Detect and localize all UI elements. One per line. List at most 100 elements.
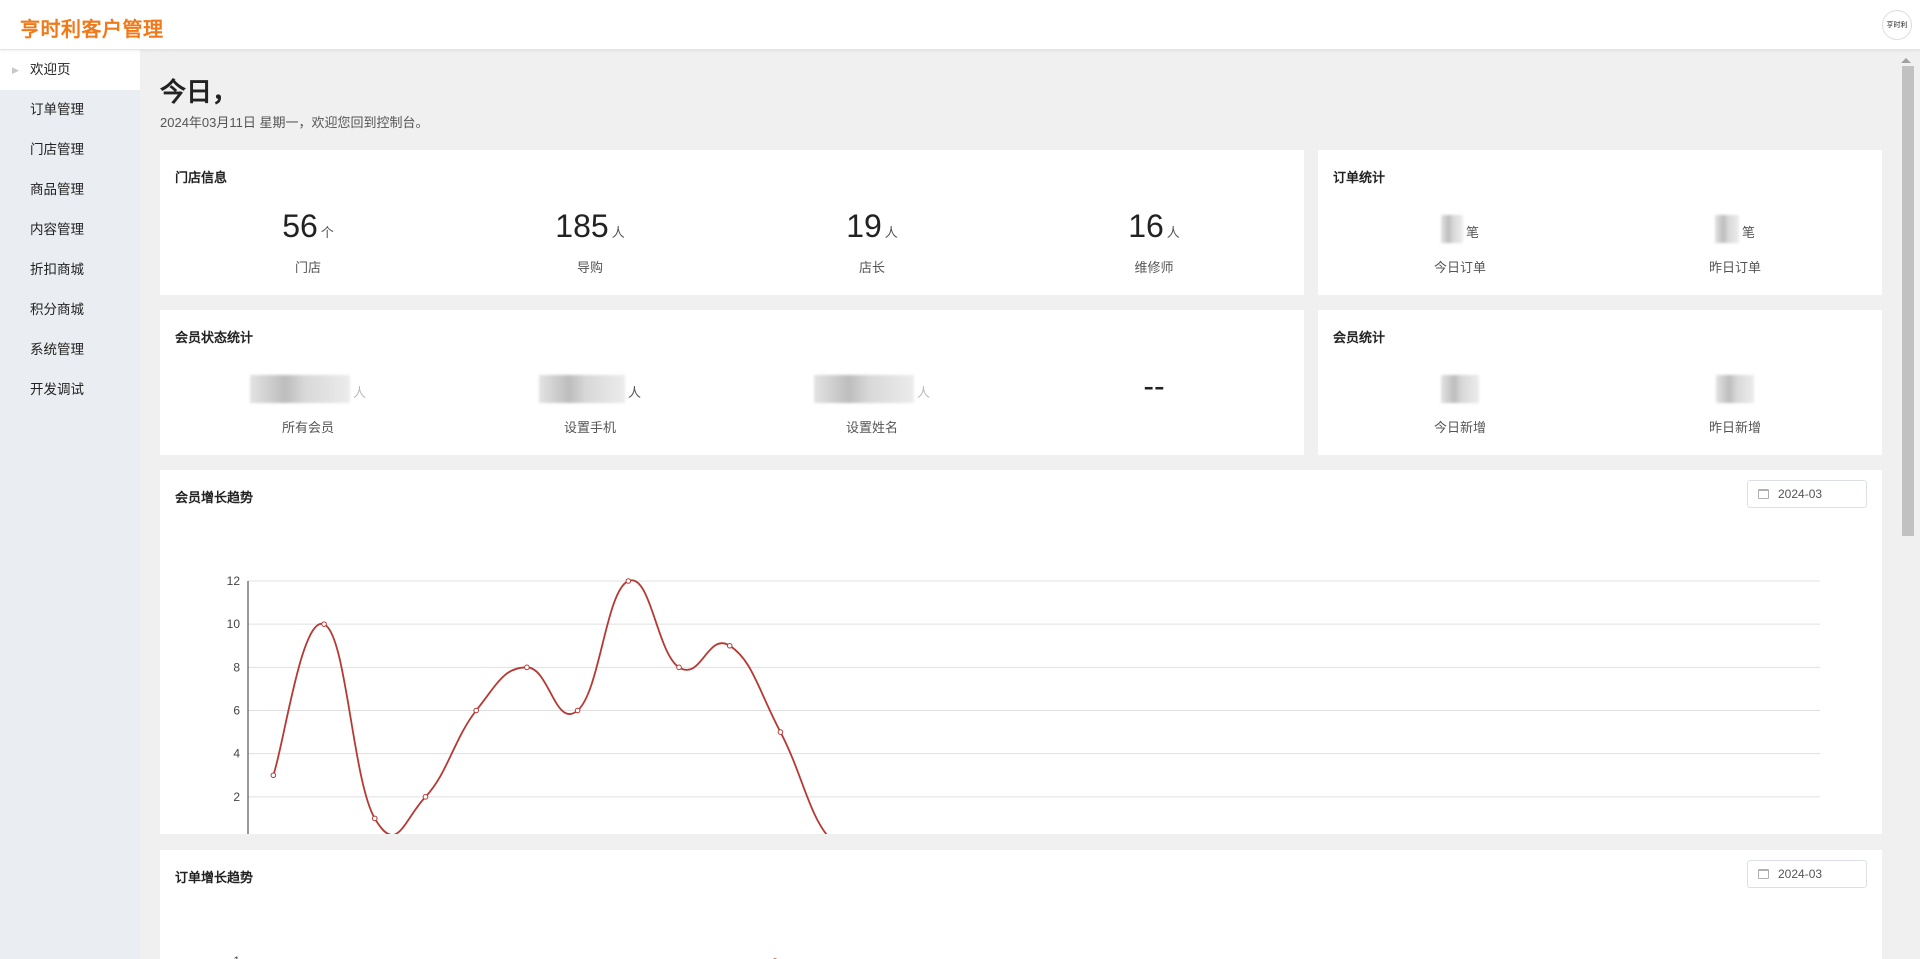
stat-unit: 人 [916, 385, 930, 400]
order-stats-card: 订单统计 笔 今日订单 笔 昨日订单 [1318, 150, 1882, 295]
sidebar-item-label: 内容管理 [30, 222, 84, 237]
masked-value [813, 374, 914, 403]
stat-today-orders: 笔 今日订单 [1360, 205, 1560, 276]
data-point[interactable] [676, 664, 682, 671]
scroll-up-arrow-icon[interactable] [1901, 58, 1911, 63]
masked-value [1714, 214, 1739, 243]
stat-label: 导购 [576, 260, 603, 275]
caret-right-icon: ▶ [12, 65, 19, 75]
sidebar-item-stores[interactable]: 门店管理 [0, 130, 140, 170]
order-trend-card: 订单增长趋势 2024-03 1 [160, 850, 1882, 959]
data-point[interactable] [321, 621, 327, 627]
stat-value: 185 [555, 208, 609, 244]
sidebar-item-label: 折扣商城 [30, 262, 84, 277]
scrollbar-thumb[interactable] [1902, 66, 1914, 536]
sidebar-item-content[interactable]: 内容管理 [0, 210, 140, 250]
card-title: 订单统计 [1333, 170, 1386, 185]
member-trend-chart: 0246810120102030405060708091011121314151… [227, 574, 1820, 834]
sidebar-item-products[interactable]: 商品管理 [0, 170, 140, 210]
sidebar-item-label: 开发调试 [30, 382, 84, 397]
y-tick-label: 8 [233, 660, 240, 674]
data-point[interactable] [270, 772, 277, 779]
stat-name-set: 人 设置姓名 [772, 365, 972, 436]
top-bar: 亨时利客户管理 亨时利 [0, 0, 1920, 50]
stat-value: 16 [1128, 208, 1164, 244]
stat-label: 店长 [858, 260, 885, 275]
sidebar-item-points-mall[interactable]: 积分商城 [0, 290, 140, 330]
data-point[interactable] [422, 794, 429, 800]
data-point[interactable] [777, 729, 784, 735]
masked-value [1441, 374, 1479, 403]
stat-value: -- [1143, 368, 1165, 404]
sidebar-item-label: 系统管理 [30, 342, 84, 357]
stat-shopping-guides: 185 人 导购 [490, 205, 690, 276]
stat-label: 门店 [294, 260, 321, 275]
y-tick-label: 12 [227, 574, 241, 588]
sidebar-item-dev-debug[interactable]: 开发调试 [0, 370, 140, 410]
card-title: 门店信息 [175, 170, 228, 185]
stat-store-managers: 19 人 店长 [772, 205, 972, 276]
data-point[interactable] [574, 707, 581, 714]
page-scrollbar[interactable] [1892, 50, 1920, 959]
stat-label: 今日新增 [1433, 420, 1486, 435]
stat-all-members: 人 所有会员 [208, 365, 408, 436]
member-trend-card: 会员增长趋势 2024-03 0246810120102030405060708… [160, 470, 1882, 834]
data-point[interactable] [371, 815, 378, 822]
stat-unit: 笔 [1465, 225, 1479, 240]
stat-unit: 人 [1166, 225, 1180, 240]
stat-stores: 56 个 门店 [208, 205, 408, 276]
y-tick-label: 4 [233, 747, 240, 761]
masked-value [1440, 214, 1463, 243]
welcome-heading: 今日， [160, 77, 239, 107]
sidebar-item-system[interactable]: 系统管理 [0, 330, 140, 370]
sidebar-item-welcome[interactable]: ▶ 欢迎页 [0, 50, 140, 90]
member-stats-card: 会员统计 今日新增 昨日新增 [1318, 310, 1882, 455]
stat-label: 今日订单 [1433, 260, 1486, 275]
stat-unit: 人 [611, 225, 625, 240]
series-line [272, 579, 828, 834]
sidebar-item-orders[interactable]: 订单管理 [0, 90, 140, 130]
masked-value [249, 374, 350, 403]
stat-repair-technicians: 16 人 维修师 [1054, 205, 1254, 276]
stat-value: 19 [846, 208, 882, 244]
stat-yesterday-new: 昨日新增 [1635, 365, 1835, 436]
stat-placeholder: -- [1054, 365, 1254, 417]
order-trend-chart: 1 [233, 954, 777, 959]
card-title: 会员统计 [1333, 330, 1386, 345]
data-point[interactable] [473, 707, 479, 714]
stat-label: 设置手机 [563, 420, 616, 435]
y-tick-label: 10 [227, 617, 241, 631]
stat-value: 56 [282, 208, 318, 244]
welcome-subtitle: 2024年03月11日 星期一，欢迎您回到控制台。 [160, 115, 429, 130]
stat-unit: 人 [884, 225, 898, 240]
member-status-card: 会员状态统计 人 所有会员 人 设置手机 人 设置姓名 -- [160, 310, 1304, 455]
stat-unit: 个 [320, 225, 334, 240]
masked-value [538, 374, 625, 403]
sidebar-item-label: 积分商城 [30, 302, 84, 317]
data-point[interactable] [524, 664, 530, 671]
stat-unit: 人 [627, 385, 641, 400]
stat-label: 昨日订单 [1708, 260, 1761, 275]
avatar[interactable]: 亨时利 [1882, 10, 1912, 40]
card-title: 会员状态统计 [175, 330, 254, 345]
stat-unit: 人 [352, 385, 366, 400]
stat-unit: 笔 [1741, 225, 1755, 240]
y-tick-label: 2 [233, 790, 240, 804]
data-point[interactable] [625, 578, 632, 584]
y-tick-label: 6 [233, 704, 240, 718]
stat-label: 昨日新增 [1708, 420, 1761, 435]
stat-label: 维修师 [1134, 260, 1174, 275]
data-point[interactable] [726, 642, 733, 649]
y-tick-label: 0 [233, 833, 240, 834]
sidebar: ▶ 欢迎页 订单管理 门店管理 商品管理 内容管理 折扣商城 积分商城 系统管理… [0, 50, 140, 959]
sidebar-item-discount-mall[interactable]: 折扣商城 [0, 250, 140, 290]
main-content: 今日， 2024年03月11日 星期一，欢迎您回到控制台。 门店信息 56 个 门… [140, 50, 1892, 959]
stat-label: 设置姓名 [845, 420, 898, 435]
stat-phone-set: 人 设置手机 [490, 365, 690, 436]
app-title: 亨时利客户管理 [20, 19, 164, 41]
stat-yesterday-orders: 笔 昨日订单 [1635, 205, 1835, 276]
store-info-card: 门店信息 56 个 门店 185 人 导购 19 人 店长 16 人 维修师 [160, 150, 1304, 295]
sidebar-item-label: 欢迎页 [30, 62, 71, 77]
stat-today-new: 今日新增 [1360, 365, 1560, 436]
sidebar-item-label: 订单管理 [30, 102, 84, 117]
